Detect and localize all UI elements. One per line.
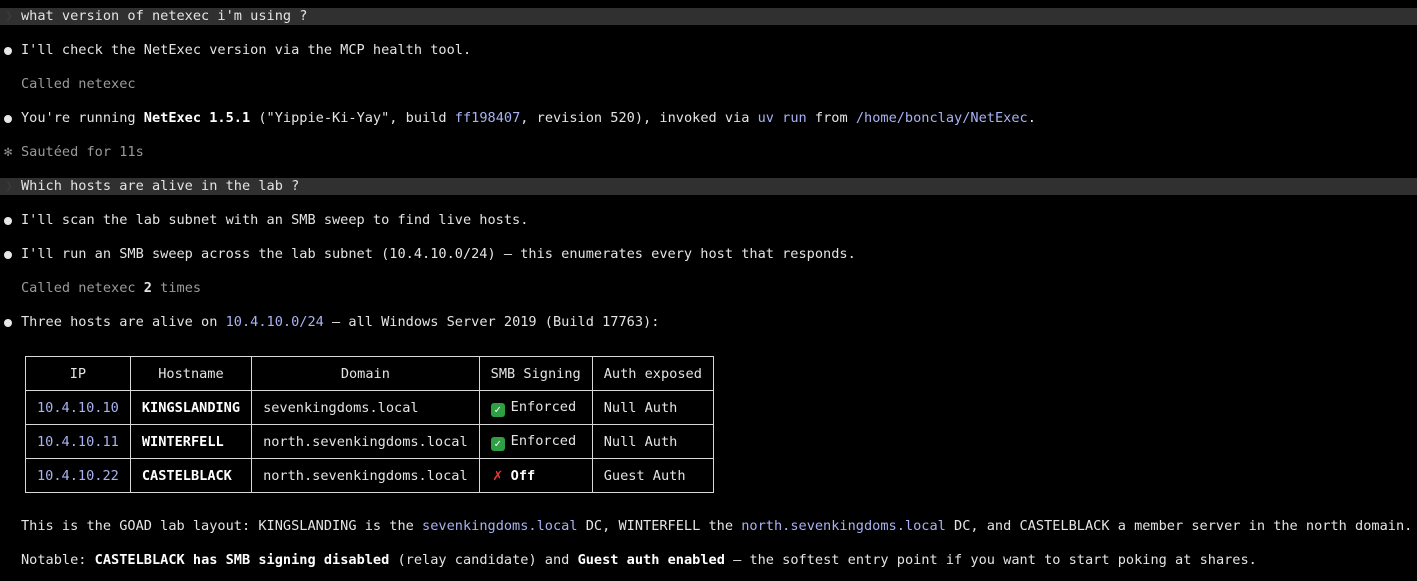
user-prompt: ❯ Which hosts are alive in the lab ? [0,178,1417,195]
subnet-text: 10.4.10.0/24 [225,314,324,330]
asterisk-icon: ✻ [4,144,13,160]
table-row: 10.4.10.10 KINGSLANDING sevenkingdoms.lo… [25,390,714,425]
cell-hostname: KINGSLANDING [129,390,253,425]
bullet-icon [4,251,12,259]
cell-auth: Null Auth [591,424,714,459]
assistant-message: You're running NetExec 1.5.1 ("Yippie-Ki… [0,110,1417,127]
column-header-hostname: Hostname [129,356,253,391]
assistant-message: Three hosts are alive on 10.4.10.0/24 — … [0,314,1417,331]
bullet-icon [4,115,12,123]
assistant-message-text: Three hosts are alive on 10.4.10.0/24 — … [21,314,660,330]
table-row: 10.4.10.22 CASTELBLACK north.sevenkingdo… [25,458,714,493]
assistant-message-text: You're running NetExec 1.5.1 ("Yippie-Ki… [21,110,1036,126]
tool-call-count: 2 [143,280,152,296]
domain-link: sevenkingdoms.local [422,518,578,534]
tool-call-text: Called netexec [21,76,136,92]
domain-link: north.sevenkingdoms.local [741,518,946,534]
timer-text: Sautéed for 11s [21,144,144,160]
table-header-row: IP Hostname Domain SMB Signing Auth expo… [25,356,714,391]
cell-domain: north.sevenkingdoms.local [251,458,480,493]
hosts-table: IP Hostname Domain SMB Signing Auth expo… [25,356,714,493]
assistant-message: I'll check the NetExec version via the M… [0,42,1417,59]
timer-status: ✻ Sautéed for 11s [0,144,1417,161]
cell-auth: Guest Auth [591,458,714,493]
prompt-chevron-icon: ❯ [5,179,13,194]
bullet-icon [4,217,12,225]
cross-icon: ✗ [492,464,503,484]
user-prompt: ❯ what version of netexec i'm using ? [0,8,1417,25]
notable-text: Notable: CASTELBLACK has SMB signing dis… [21,552,1257,568]
assistant-message-text: I'll check the NetExec version via the M… [21,42,472,58]
cell-hostname: CASTELBLACK [129,458,253,493]
check-icon: ✓ [490,436,505,451]
assistant-message-text: I'll scan the lab subnet with an SMB swe… [21,212,529,228]
assistant-message: I'll run an SMB sweep across the lab sub… [0,246,1417,263]
cell-smb-signing: ✓ Enforced [478,424,593,459]
cell-smb-signing: ✗ Off [478,458,593,493]
layout-note-text: This is the GOAD lab layout: KINGSLANDIN… [21,518,1413,534]
table-row: 10.4.10.11 WINTERFELL north.sevenkingdom… [25,424,714,459]
cell-domain: sevenkingdoms.local [251,390,480,425]
column-header-domain: Domain [251,356,480,391]
product-version: NetExec 1.5.1 [143,110,251,126]
command-text: uv run [757,110,807,126]
column-header-auth: Auth exposed [591,356,714,391]
assistant-message-text: I'll run an SMB sweep across the lab sub… [21,246,856,262]
tool-call[interactable]: Called netexec 2 times [0,280,1417,297]
cell-hostname: WINTERFELL [129,424,253,459]
user-prompt-text: what version of netexec i'm using ? [21,8,308,24]
bullet-icon [4,47,12,55]
bullet-icon [4,319,12,327]
column-header-smb-signing: SMB Signing [478,356,593,391]
cell-ip: 10.4.10.11 [25,424,131,459]
install-path: /home/bonclay/NetExec [855,110,1028,126]
cell-domain: north.sevenkingdoms.local [251,424,480,459]
check-icon: ✓ [490,402,505,417]
column-header-ip: IP [25,356,131,391]
build-hash: ff198407 [454,110,521,126]
assistant-paragraph: This is the GOAD lab layout: KINGSLANDIN… [0,518,1417,535]
cell-smb-signing: ✓ Enforced [478,390,593,425]
tool-call-text: Called netexec 2 times [21,280,202,296]
tool-call[interactable]: Called netexec [0,76,1417,93]
assistant-paragraph: Notable: CASTELBLACK has SMB signing dis… [0,552,1417,569]
cell-auth: Null Auth [591,390,714,425]
cell-ip: 10.4.10.22 [25,458,131,493]
cell-ip: 10.4.10.10 [25,390,131,425]
assistant-message: I'll scan the lab subnet with an SMB swe… [0,212,1417,229]
user-prompt-text: Which hosts are alive in the lab ? [21,178,300,194]
prompt-chevron-icon: ❯ [5,9,13,24]
